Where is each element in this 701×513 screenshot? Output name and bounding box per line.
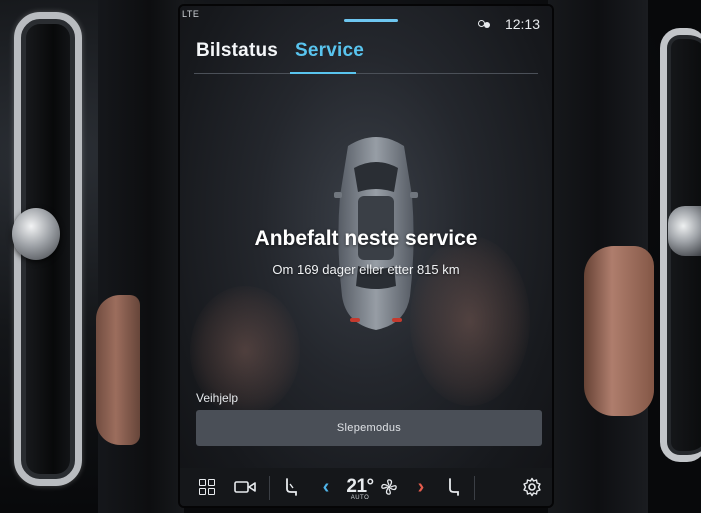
bar-divider [269, 476, 270, 500]
bar-divider [474, 476, 475, 500]
status-area: 12:13 [477, 16, 540, 32]
next-service-title: Anbefalt neste service [254, 227, 478, 250]
clock: 12:13 [504, 16, 540, 32]
temp-down-button[interactable]: ‹ [318, 468, 334, 506]
chevron-right-icon: › [417, 475, 425, 498]
tab-bar: Bilstatus Service [196, 40, 364, 62]
gear-icon [523, 477, 541, 497]
passenger-seat-button[interactable] [442, 468, 464, 506]
roadside-assistance-label: Veihjelp [196, 391, 239, 405]
home-button[interactable] [196, 468, 218, 506]
air-vent-knob-left[interactable] [12, 208, 60, 260]
infotainment-screen: LTE 12:13 Bilstatus Service Anbefalt nes… [180, 6, 552, 506]
camera-button[interactable] [232, 468, 258, 506]
temp-up-button[interactable]: › [413, 468, 429, 506]
tow-mode-button[interactable]: Slepemodus [196, 410, 542, 446]
pull-down-handle[interactable] [344, 19, 398, 22]
driver-seat-button[interactable] [280, 468, 302, 506]
air-vent-knob-right[interactable] [668, 206, 701, 256]
active-tab-underline [290, 72, 356, 74]
next-service-details: Om 169 dager eller etter 815 km [272, 262, 460, 277]
hand-left [96, 295, 140, 445]
camera-icon [234, 481, 256, 493]
tab-bilstatus[interactable]: Bilstatus [196, 40, 278, 62]
chevron-left-icon: ‹ [322, 475, 330, 498]
tab-service[interactable]: Service [295, 40, 364, 62]
climate-bar: ‹ 21° AUTO › [180, 468, 552, 506]
photo: LTE 12:13 Bilstatus Service Anbefalt nes… [0, 0, 701, 513]
settings-button[interactable] [520, 468, 544, 506]
temperature-display[interactable]: 21° AUTO [344, 468, 376, 506]
seat-heat-icon [449, 478, 459, 496]
seat-icon [286, 478, 297, 496]
tab-divider [194, 73, 538, 74]
grid-icon [199, 479, 215, 495]
signal-indicator: LTE [182, 9, 200, 19]
fan-icon [381, 479, 397, 495]
profile-icon[interactable] [477, 19, 491, 29]
hand-right [584, 246, 654, 416]
auto-label: AUTO [350, 495, 370, 501]
fan-button[interactable] [378, 468, 400, 506]
